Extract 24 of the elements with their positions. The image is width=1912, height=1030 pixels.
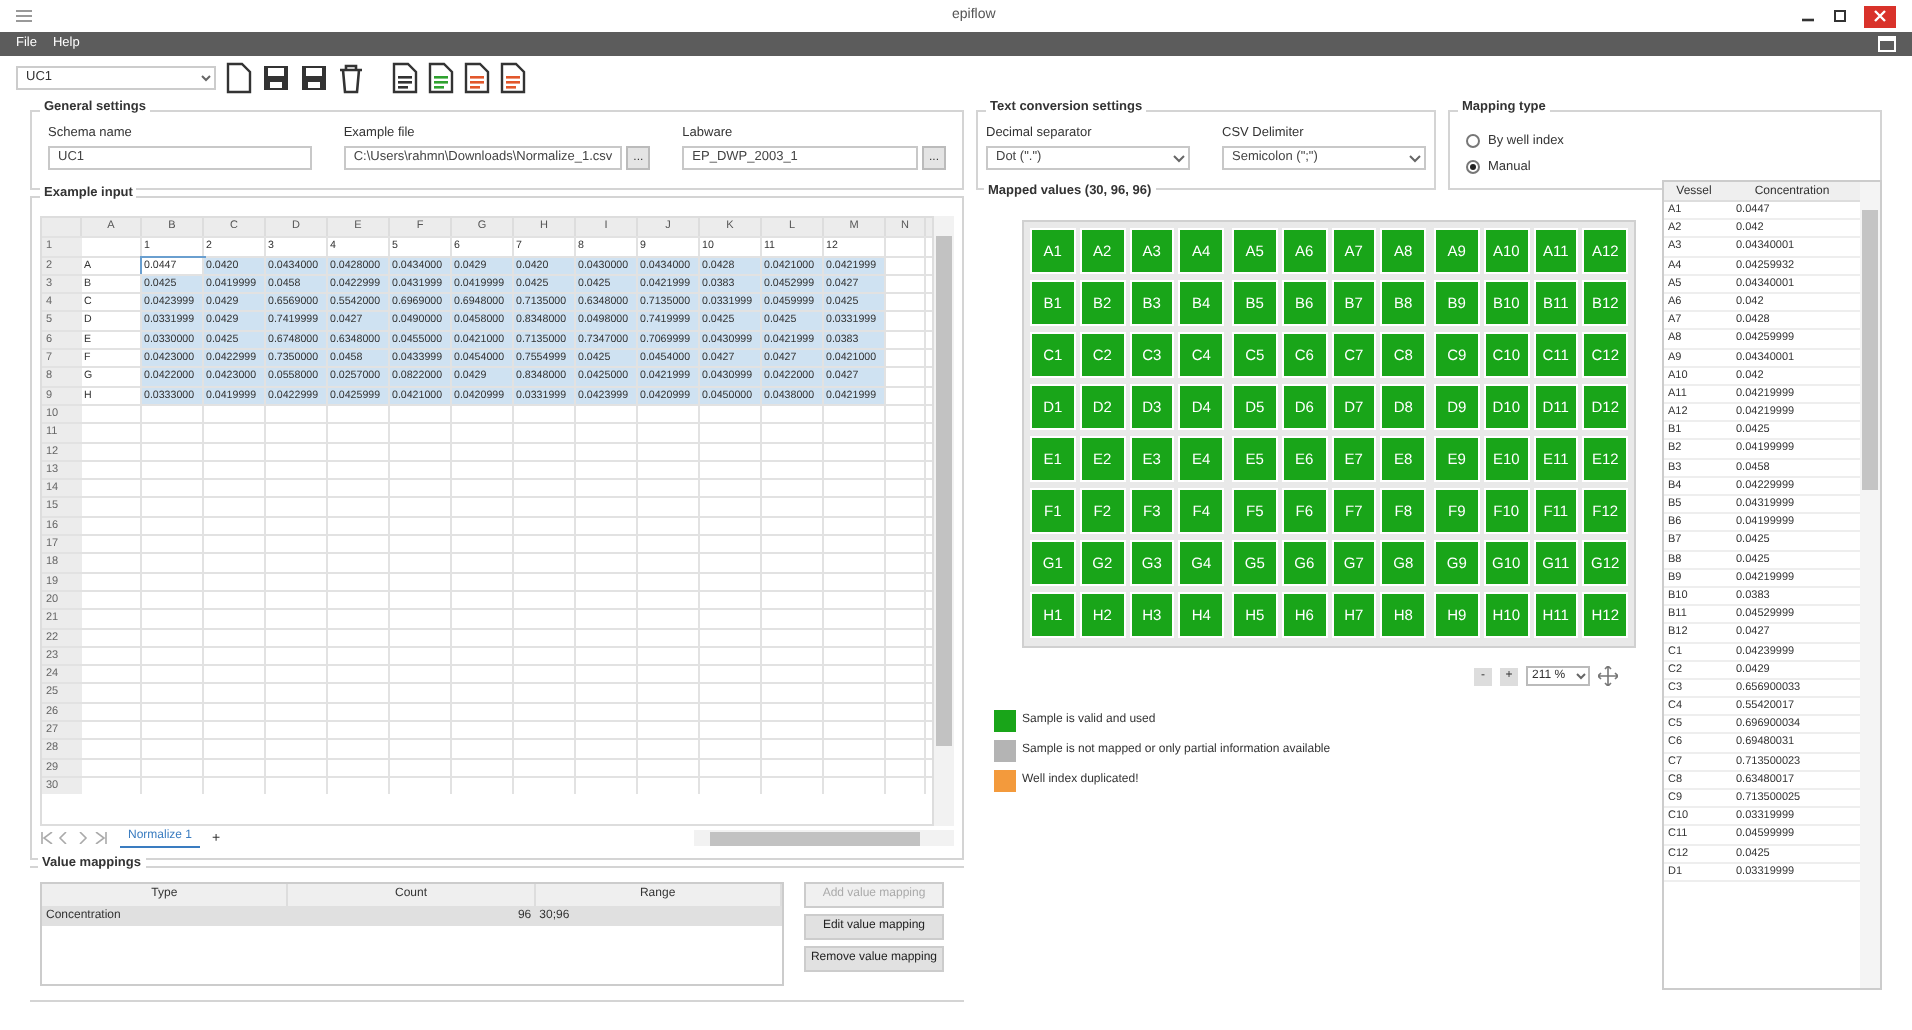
move-icon[interactable] <box>1598 666 1618 686</box>
new-file-icon[interactable] <box>226 62 252 94</box>
save-icon[interactable] <box>262 64 290 92</box>
close-button[interactable] <box>1864 5 1896 27</box>
chevron-down-icon <box>1574 668 1588 684</box>
maximize-icon[interactable] <box>1832 8 1848 24</box>
scrollbar-thumb[interactable] <box>1862 210 1878 490</box>
vertical-scrollbar[interactable] <box>934 216 954 826</box>
export-document-icon[interactable] <box>464 62 490 94</box>
vertical-scrollbar[interactable] <box>1860 182 1880 988</box>
radio-button[interactable] <box>1466 160 1480 175</box>
export-all-document-icon[interactable] <box>500 62 526 94</box>
document-icon[interactable] <box>392 62 418 94</box>
horizontal-scrollbar[interactable] <box>694 830 954 846</box>
chevron-down-icon <box>198 70 214 86</box>
scrollbar-thumb[interactable] <box>936 236 953 746</box>
save-as-icon[interactable] <box>300 64 328 92</box>
app-menu-icon[interactable] <box>16 10 32 22</box>
import-document-icon[interactable] <box>428 62 454 94</box>
window-icon[interactable] <box>1878 36 1896 52</box>
trash-icon[interactable] <box>338 63 364 93</box>
close-icon <box>1874 10 1886 22</box>
scrollbar-thumb[interactable] <box>710 831 920 845</box>
radio-button[interactable] <box>1466 134 1480 149</box>
